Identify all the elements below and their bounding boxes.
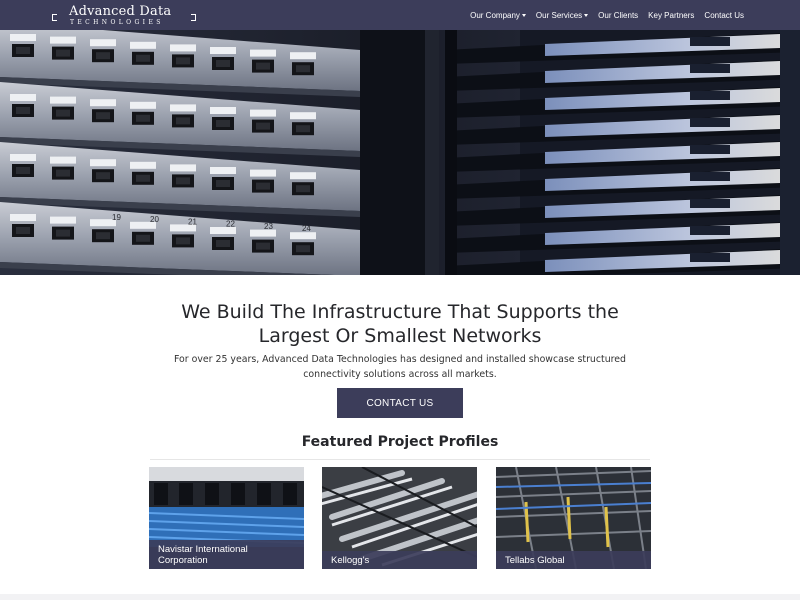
logo-main-text: Advanced Data — [69, 4, 172, 19]
project-caption: Tellabs Global — [496, 551, 651, 569]
site-logo[interactable]: Advanced Data TECHNOLOGIES — [52, 4, 196, 26]
logo-sub-text: TECHNOLOGIES — [70, 19, 164, 26]
headline-line-2: Largest Or Smallest Networks — [258, 325, 542, 347]
project-title-line-1: Kellogg's — [331, 555, 370, 566]
intro-text: For over 25 years, Advanced Data Technol… — [150, 352, 650, 382]
caret-down-icon — [521, 13, 526, 17]
project-card-kelloggs[interactable]: Kellogg's — [322, 467, 477, 569]
headline-line-1: We Build The Infrastructure That Support… — [181, 301, 619, 323]
nav-label: Our Clients — [598, 10, 639, 20]
site-header: Advanced Data TECHNOLOGIES Our Company O… — [0, 0, 800, 30]
nav-label: Our Company — [470, 10, 520, 20]
project-title-line-1: Navistar International — [158, 544, 248, 555]
project-card-navistar[interactable]: Navistar International Corporation — [149, 467, 304, 569]
nav-key-partners[interactable]: Key Partners — [648, 11, 694, 20]
project-title-line-2: Corporation — [158, 555, 208, 566]
port-number-label: 22 — [226, 220, 235, 229]
caret-down-icon — [584, 13, 589, 17]
featured-title: Featured Project Profiles — [301, 434, 499, 450]
contact-us-button[interactable]: CONTACT US — [337, 388, 463, 418]
project-card-tellabs[interactable]: Tellabs Global — [496, 467, 651, 569]
hero-image: 19 20 21 22 23 24 — [0, 30, 800, 275]
port-number-label: 24 — [302, 224, 311, 233]
nav-label: Contact Us — [704, 10, 744, 20]
intro-line-1: For over 25 years, Advanced Data Technol… — [173, 354, 627, 365]
section-divider — [150, 459, 650, 460]
port-number-label: 21 — [188, 217, 197, 226]
main-nav: Our Company Our Services Our Clients Key… — [460, 0, 744, 30]
server-rack-illustration: 19 20 21 22 23 24 — [0, 30, 800, 275]
footer-strip — [0, 594, 800, 600]
intro-line-2: connectivity solutions across all market… — [303, 369, 497, 380]
nav-label: Key Partners — [648, 10, 695, 20]
page-headline: We Build The Infrastructure That Support… — [0, 300, 800, 348]
logo-bracket-left — [52, 14, 57, 21]
nav-our-clients[interactable]: Our Clients — [598, 11, 638, 20]
nav-label: Our Services — [535, 10, 583, 20]
port-number-label: 23 — [264, 222, 273, 231]
project-caption: Kellogg's — [322, 551, 477, 569]
nav-our-company[interactable]: Our Company — [470, 11, 526, 20]
project-caption: Navistar International Corporation — [149, 540, 304, 569]
port-number-label: 19 — [112, 213, 121, 222]
port-number-label: 20 — [150, 215, 159, 224]
project-title-line-1: Tellabs Global — [505, 555, 565, 566]
nav-contact-us[interactable]: Contact Us — [704, 11, 744, 20]
nav-our-services[interactable]: Our Services — [535, 10, 589, 20]
logo-bracket-right — [191, 14, 196, 21]
